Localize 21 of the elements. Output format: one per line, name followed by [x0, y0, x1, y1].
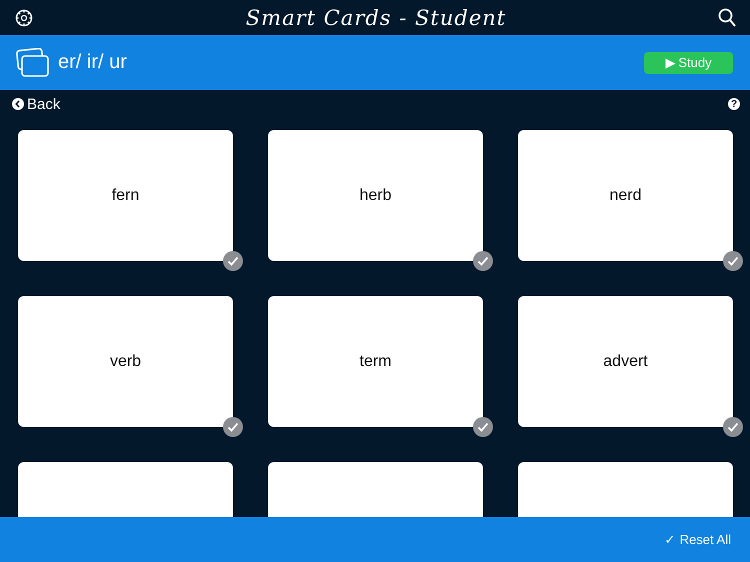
flash-card[interactable]: advert [518, 296, 733, 427]
search-icon[interactable] [718, 8, 736, 27]
help-button[interactable]: ? [728, 98, 740, 110]
settings-icon[interactable] [14, 8, 34, 28]
back-link[interactable]: Back [12, 96, 60, 112]
chevron-left-icon [12, 98, 24, 110]
flash-card[interactable]: fern [18, 130, 233, 261]
cards-icon [16, 48, 50, 78]
checkmark-icon[interactable] [473, 251, 493, 271]
checkmark-icon[interactable] [723, 417, 743, 437]
flash-card[interactable]: nerd [518, 130, 733, 261]
flash-card[interactable]: term [268, 296, 483, 427]
flash-card[interactable]: verb [18, 296, 233, 427]
checkmark-icon[interactable] [223, 417, 243, 437]
app-title: Smart Cards - Student [246, 6, 506, 30]
checkmark-icon[interactable] [723, 251, 743, 271]
flash-card[interactable]: herb [268, 130, 483, 261]
reset-all-button[interactable]: ✓ Reset All [664, 532, 731, 547]
checkmark-icon[interactable] [223, 251, 243, 271]
deck-title: er/ ir/ ur [58, 51, 128, 74]
checkmark-icon[interactable] [473, 417, 493, 437]
